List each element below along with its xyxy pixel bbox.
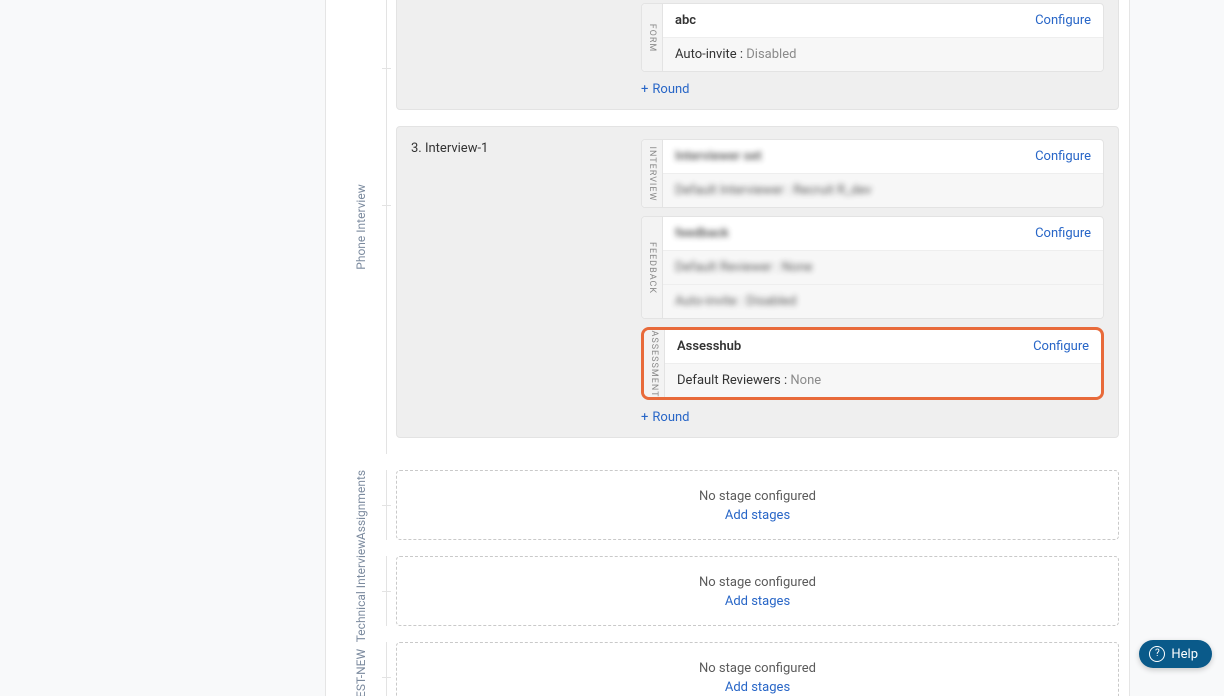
add-stages-link[interactable]: Add stages [397,680,1118,695]
section-label-phone-interview: Phone Interview [336,0,386,454]
assessment-title: Assesshub [677,339,741,354]
feedback-row1: Default Reviewer : None [675,260,812,275]
interview-side-label: INTERVIEW [647,146,657,201]
help-button[interactable]: ? Help [1139,640,1212,668]
section-label-technical-interview: Technical Interview [336,556,386,626]
form-block: FORM abc Configure Auto-invite : Disable… [641,3,1104,72]
form-side-label: FORM [647,23,657,52]
interview-title: Interviewer set [675,149,762,164]
plus-icon: + [641,83,648,96]
stage-card-interview-1: 3. Interview-1 INTERVIEW Interviewer set… [396,126,1119,438]
no-stage-msg: No stage configured [397,489,1118,504]
add-round-button[interactable]: + Round [641,82,690,97]
empty-stage-card-test-new: No stage configured Add stages [396,642,1119,696]
form-configure-link[interactable]: Configure [1035,13,1091,28]
assessment-configure-link[interactable]: Configure [1033,339,1089,354]
auto-invite-value: Disabled [746,47,796,62]
interview-configure-link[interactable]: Configure [1035,149,1091,164]
add-stages-link[interactable]: Add stages [397,594,1118,609]
interview-detail: Default Interviewer : Recruit R_dev [675,183,871,198]
no-stage-msg: No stage configured [397,661,1118,676]
plus-icon: + [641,411,648,424]
feedback-block: FEEDBACK feedback Configure Default Revi… [641,216,1104,319]
section-label-assignments: Assignments [336,470,386,540]
form-title: abc [675,13,696,28]
feedback-title: feedback [675,226,729,241]
feedback-configure-link[interactable]: Configure [1035,226,1091,241]
reviewers-value: None [790,373,821,388]
feedback-row2: Auto-invite : Disabled [675,294,796,309]
add-stages-link[interactable]: Add stages [397,508,1118,523]
empty-stage-card-assignments: No stage configured Add stages [396,470,1119,540]
interview-block: INTERVIEW Interviewer set Configure Defa… [641,139,1104,208]
feedback-side-label: FEEDBACK [647,241,657,293]
auto-invite-label: Auto-invite : [675,47,743,62]
add-round-button[interactable]: + Round [641,410,690,425]
help-icon: ? [1149,646,1165,662]
section-label-test-new: TEST-NEW [336,642,386,696]
help-label: Help [1171,647,1198,662]
assessment-side-label: ASSESSMENT [649,330,659,397]
empty-stage-card-technical: No stage configured Add stages [396,556,1119,626]
no-stage-msg: No stage configured [397,575,1118,590]
assessment-block: ASSESSMENT Assesshub Configure Default R… [641,327,1104,400]
stage-card-prev: FORM abc Configure Auto-invite : Disable… [396,0,1119,110]
stage-title: 3. Interview-1 [411,139,641,156]
reviewers-label: Default Reviewers : [677,373,787,388]
